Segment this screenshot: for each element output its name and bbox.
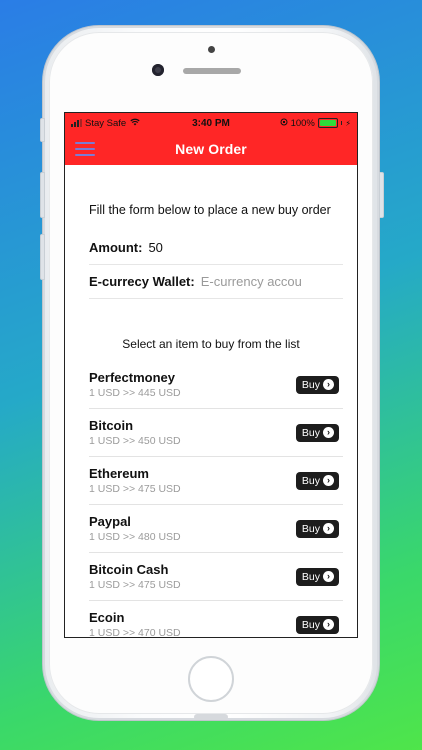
item-text: Ecoin 1 USD >> 470 USD: [89, 609, 296, 638]
hamburger-menu-icon[interactable]: [75, 142, 95, 156]
volume-up-button: [40, 172, 45, 218]
buy-button[interactable]: Buy ›: [295, 375, 339, 394]
charging-icon: ⚡: [345, 118, 351, 128]
list-item: Ecoin 1 USD >> 470 USD Buy ›: [89, 601, 343, 638]
item-name: Bitcoin Cash: [89, 561, 169, 577]
buy-button[interactable]: Buy ›: [295, 423, 339, 442]
form-intro: Fill the form below to place a new buy o…: [89, 203, 331, 217]
phone-bottom-detail: [194, 714, 228, 720]
amount-row: Amount: 50: [89, 231, 343, 265]
earpiece-speaker: [183, 68, 241, 74]
list-item: Paypal 1 USD >> 480 USD Buy ›: [89, 505, 343, 553]
status-right-group: 100% ⚡: [280, 118, 351, 129]
item-name: Perfectmoney: [89, 369, 175, 385]
chevron-right-icon: ›: [323, 427, 334, 438]
item-rate: 1 USD >> 480 USD: [89, 530, 181, 543]
item-name: Ecoin: [89, 609, 125, 625]
buy-label: Buy: [301, 474, 320, 487]
list-title: Select an item to buy from the list: [122, 337, 300, 351]
chevron-right-icon: ›: [323, 619, 334, 630]
buy-label: Buy: [301, 570, 320, 583]
buy-button[interactable]: Buy ›: [295, 471, 339, 490]
page-title: New Order: [175, 141, 247, 157]
item-text: Paypal 1 USD >> 480 USD: [89, 514, 296, 544]
amount-label: Amount:: [89, 240, 143, 255]
power-button: [379, 172, 384, 218]
currency-list: Perfectmoney 1 USD >> 445 USD Buy › Bitc…: [89, 361, 343, 638]
buy-label: Buy: [301, 522, 320, 535]
home-button[interactable]: [188, 656, 234, 702]
list-item: Ethereum 1 USD >> 475 USD Buy ›: [89, 457, 343, 505]
item-name: Bitcoin: [89, 417, 134, 433]
wallet-label: E-currecy Wallet:: [89, 274, 195, 289]
status-bar: Stay Safe 3:40 PM 100% ⚡: [65, 113, 357, 133]
proximity-sensor: [208, 46, 215, 53]
buy-label: Buy: [301, 378, 320, 391]
app-screen: Stay Safe 3:40 PM 100% ⚡ New Order Fill: [64, 112, 358, 638]
buy-button[interactable]: Buy ›: [295, 615, 339, 634]
volume-down-button: [40, 234, 45, 280]
item-text: Ethereum 1 USD >> 475 USD: [89, 466, 296, 496]
order-form: Fill the form below to place a new buy o…: [65, 203, 357, 638]
item-rate: 1 USD >> 445 USD: [89, 386, 181, 399]
amount-input[interactable]: 50: [148, 240, 162, 255]
list-item: Bitcoin 1 USD >> 450 USD Buy ›: [89, 409, 343, 457]
nav-bar: New Order: [65, 133, 357, 165]
item-name: Paypal: [89, 513, 131, 529]
mute-switch: [40, 118, 45, 142]
item-rate: 1 USD >> 470 USD: [89, 626, 181, 638]
item-rate: 1 USD >> 475 USD: [89, 578, 181, 591]
item-text: Perfectmoney 1 USD >> 445 USD: [89, 370, 296, 400]
buy-label: Buy: [301, 426, 320, 439]
buy-button[interactable]: Buy ›: [295, 567, 339, 586]
front-camera: [152, 64, 164, 76]
item-rate: 1 USD >> 450 USD: [89, 434, 181, 447]
orientation-lock-icon: [280, 118, 288, 129]
wallet-input[interactable]: E-currency accou: [201, 274, 302, 289]
list-item: Perfectmoney 1 USD >> 445 USD Buy ›: [89, 361, 343, 409]
chevron-right-icon: ›: [323, 475, 334, 486]
list-item: Bitcoin Cash 1 USD >> 475 USD Buy ›: [89, 553, 343, 601]
buy-button[interactable]: Buy ›: [295, 519, 339, 538]
item-rate: 1 USD >> 475 USD: [89, 482, 181, 495]
battery-percent: 100%: [290, 117, 315, 129]
battery-tip: [340, 121, 343, 125]
battery-icon: [317, 118, 338, 128]
buy-label: Buy: [301, 618, 320, 631]
chevron-right-icon: ›: [323, 571, 334, 582]
app-header: Stay Safe 3:40 PM 100% ⚡ New Order: [65, 113, 357, 165]
chevron-right-icon: ›: [323, 379, 334, 390]
item-text: Bitcoin Cash 1 USD >> 475 USD: [89, 562, 296, 592]
wallet-row: E-currecy Wallet: E-currency accou: [89, 265, 343, 299]
item-name: Ethereum: [89, 465, 149, 481]
chevron-right-icon: ›: [323, 523, 334, 534]
item-text: Bitcoin 1 USD >> 450 USD: [89, 418, 296, 448]
